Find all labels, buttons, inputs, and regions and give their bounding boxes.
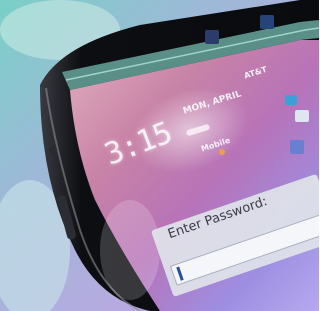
signal-icon [285, 95, 297, 105]
phone-photo: 3:15 MON, APRIL AT&T Mobile Enter Passwo… [0, 0, 319, 311]
message-icon [295, 110, 309, 122]
headphone-jack [49, 146, 57, 154]
app-icon[interactable] [205, 30, 219, 44]
app-icon[interactable] [260, 15, 274, 29]
photo-scene [0, 0, 319, 311]
calendar-icon [290, 140, 304, 154]
notification-icon [219, 149, 225, 155]
